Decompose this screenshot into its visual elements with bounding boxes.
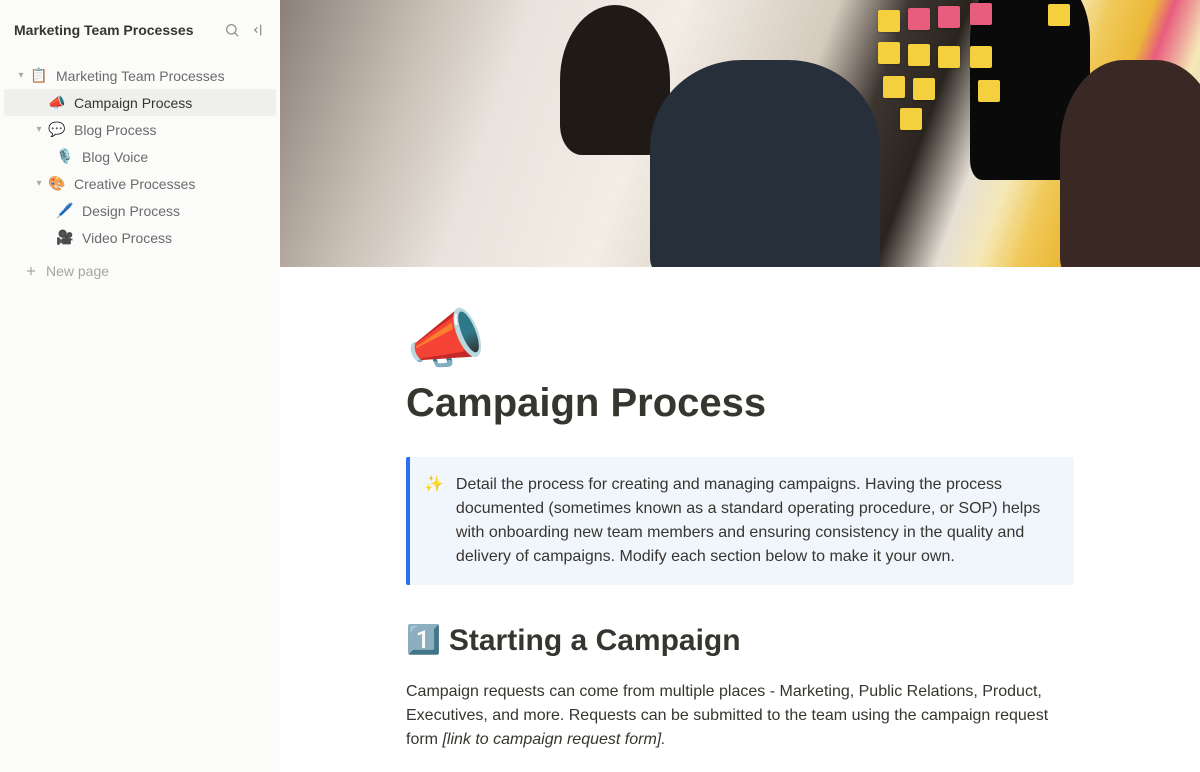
keycap-one-icon: 1️⃣: [406, 622, 441, 658]
page-title[interactable]: Campaign Process: [406, 379, 1074, 427]
megaphone-icon: 📣: [48, 94, 66, 112]
clipboard-icon: 📋: [30, 67, 48, 85]
sidebar-item-design-process[interactable]: 🖊️ Design Process: [4, 197, 276, 224]
collapse-sidebar-icon[interactable]: [250, 22, 266, 38]
sidebar-item-creative-processes[interactable]: ▾ 🎨 Creative Processes: [4, 170, 276, 197]
sidebar-item-blog-process[interactable]: ▾ 💬 Blog Process: [4, 116, 276, 143]
sidebar-item-label: Marketing Team Processes: [56, 68, 225, 84]
cover-image[interactable]: [280, 0, 1200, 267]
chevron-down-icon[interactable]: ▾: [14, 69, 28, 83]
sidebar-item-label: Creative Processes: [74, 176, 195, 192]
main-content: 📣 Campaign Process ✨ Detail the process …: [280, 0, 1200, 772]
sidebar-item-label: Video Process: [82, 230, 172, 246]
new-page-label: New page: [46, 263, 109, 279]
sidebar-item-blog-voice[interactable]: 🎙️ Blog Voice: [4, 143, 276, 170]
callout-block[interactable]: ✨ Detail the process for creating and ma…: [406, 457, 1074, 585]
workspace-title[interactable]: Marketing Team Processes: [14, 22, 194, 38]
chevron-down-icon[interactable]: ▾: [32, 123, 46, 137]
sidebar-item-label: Blog Process: [74, 122, 156, 138]
sidebar-item-label: Campaign Process: [74, 95, 192, 111]
sidebar-item-label: Design Process: [82, 203, 180, 219]
sidebar-header-actions: [224, 22, 266, 38]
paragraph-link-placeholder: [link to campaign request form].: [442, 731, 665, 748]
sidebar-header: Marketing Team Processes: [0, 12, 280, 56]
pen-icon: 🖊️: [56, 202, 74, 220]
microphone-icon: 🎙️: [56, 148, 74, 166]
section-heading-starting-campaign[interactable]: 1️⃣ Starting a Campaign: [406, 621, 1074, 660]
sidebar-item-label: Blog Voice: [82, 149, 148, 165]
video-camera-icon: 🎥: [56, 229, 74, 247]
palette-icon: 🎨: [48, 175, 66, 193]
section-heading-text: Starting a Campaign: [449, 621, 741, 660]
sidebar-item-marketing-team-processes[interactable]: ▾ 📋 Marketing Team Processes: [4, 62, 276, 89]
body-paragraph[interactable]: Campaign requests can come from multiple…: [406, 680, 1074, 752]
chevron-down-icon[interactable]: ▾: [32, 177, 46, 191]
page-emoji[interactable]: 📣: [406, 307, 1074, 371]
plus-icon: [24, 264, 38, 278]
callout-text: Detail the process for creating and mana…: [456, 473, 1058, 569]
nav-tree: ▾ 📋 Marketing Team Processes 📣 Campaign …: [0, 56, 280, 257]
sparkles-icon: ✨: [424, 473, 444, 569]
search-icon[interactable]: [224, 22, 240, 38]
sidebar-item-video-process[interactable]: 🎥 Video Process: [4, 224, 276, 251]
chevron-spacer: [32, 96, 46, 110]
page-body: 📣 Campaign Process ✨ Detail the process …: [386, 307, 1094, 752]
speech-bubble-icon: 💬: [48, 121, 66, 139]
sidebar: Marketing Team Processes ▾ 📋 Marketing T…: [0, 0, 280, 772]
new-page-button[interactable]: New page: [0, 257, 280, 285]
sidebar-item-campaign-process[interactable]: 📣 Campaign Process: [4, 89, 276, 116]
